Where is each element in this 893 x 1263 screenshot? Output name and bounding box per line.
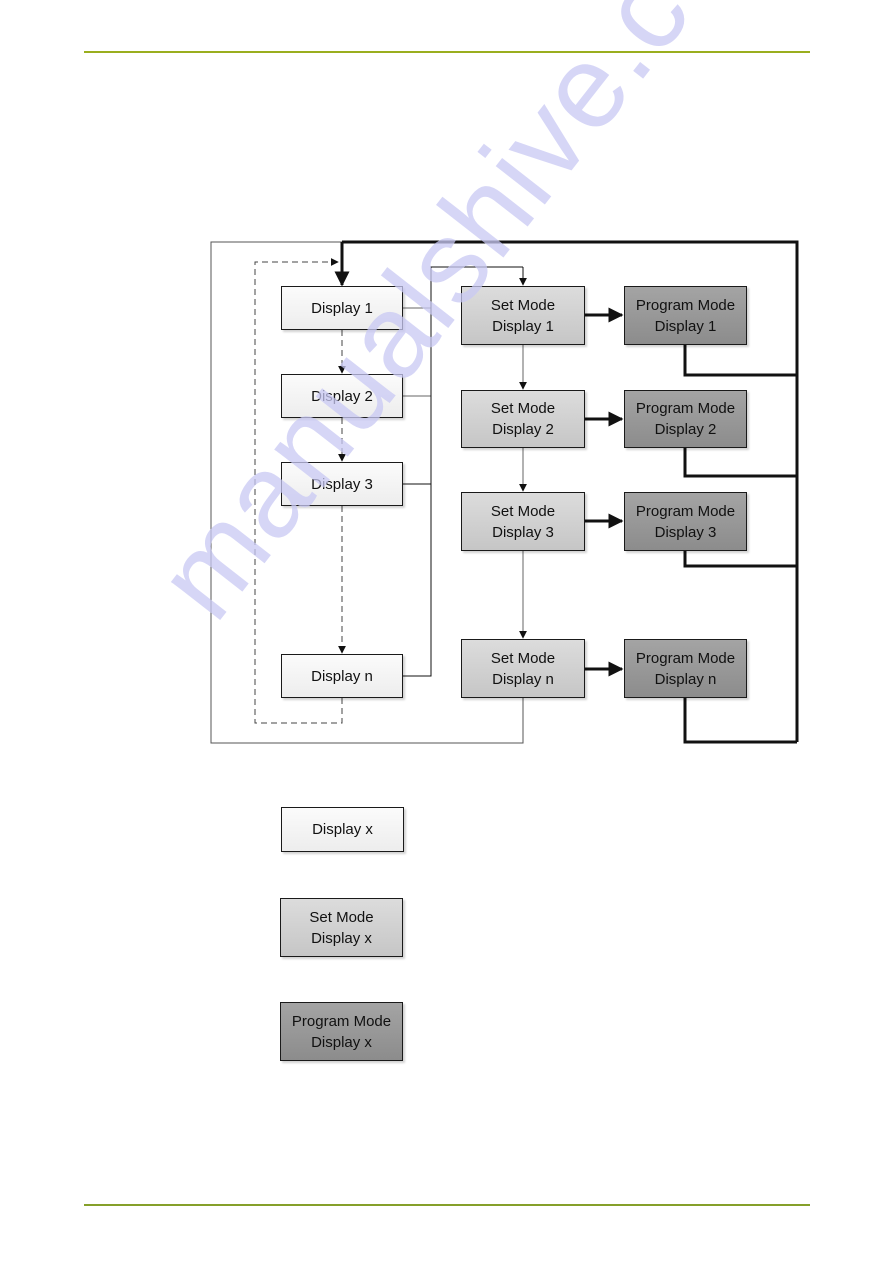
set-mode-display-n-box: Set Mode Display n — [461, 639, 585, 698]
program-mode-display-1-box: Program Mode Display 1 — [624, 286, 747, 345]
set-mode-2-line2: Display 2 — [492, 421, 554, 438]
program-mode-display-3-box: Program Mode Display 3 — [624, 492, 747, 551]
display-2-box: Display 2 — [281, 374, 403, 418]
legend-program-mode-line1: Program Mode — [291, 1012, 392, 1030]
program-mode-2-line1: Program Mode — [635, 400, 736, 417]
legend-set-mode-line1: Set Mode — [309, 908, 374, 926]
legend-set-mode-box: Set Mode Display x — [280, 898, 403, 957]
display-n-label: Display n — [311, 667, 373, 685]
program-mode-display-n-box: Program Mode Display n — [624, 639, 747, 698]
program-2-return — [683, 448, 797, 478]
program-mode-3-line2: Display 3 — [654, 523, 717, 541]
set-mode-3-line2: Display 3 — [492, 523, 554, 541]
program-mode-1-line2: Display 1 — [654, 317, 717, 335]
program-1-return — [683, 345, 797, 377]
program-mode-2-line2: Display 2 — [654, 421, 717, 438]
set-mode-display-2-box: Set Mode Display 2 — [461, 390, 585, 448]
program-mode-1-line1: Program Mode — [635, 296, 736, 314]
program-mode-n-line2: Display n — [654, 670, 717, 688]
display-1-box: Display 1 — [281, 286, 403, 330]
legend-set-mode-line2: Display x — [311, 929, 372, 947]
legend-display-box: Display x — [281, 807, 404, 852]
legend-program-mode-line2: Display x — [311, 1033, 372, 1051]
program-mode-n-line1: Program Mode — [635, 649, 736, 667]
program-3-return — [683, 551, 797, 568]
display-3-label: Display 3 — [311, 475, 373, 493]
set-mode-display-3-box: Set Mode Display 3 — [461, 492, 585, 551]
legend-program-mode-box: Program Mode Display x — [280, 1002, 403, 1061]
program-n-return — [683, 698, 797, 744]
set-mode-n-line1: Set Mode — [490, 649, 556, 667]
set-mode-display-1-box: Set Mode Display 1 — [461, 286, 585, 345]
set-mode-n-line2: Display n — [492, 670, 554, 688]
set-mode-3-line1: Set Mode — [490, 502, 556, 520]
display-3-box: Display 3 — [281, 462, 403, 506]
set-mode-2-line1: Set Mode — [490, 400, 556, 417]
legend-display-label: Display x — [312, 821, 373, 838]
display-2-label: Display 2 — [311, 387, 373, 405]
program-mode-display-2-box: Program Mode Display 2 — [624, 390, 747, 448]
flow-diagram-connectors — [210, 240, 799, 744]
set-mode-1-line2: Display 1 — [492, 317, 554, 335]
program-mode-3-line1: Program Mode — [635, 502, 736, 520]
footer-rule — [84, 1204, 810, 1206]
display-1-label: Display 1 — [311, 299, 373, 317]
set-mode-1-line1: Set Mode — [490, 296, 556, 314]
display-n-box: Display n — [281, 654, 403, 698]
